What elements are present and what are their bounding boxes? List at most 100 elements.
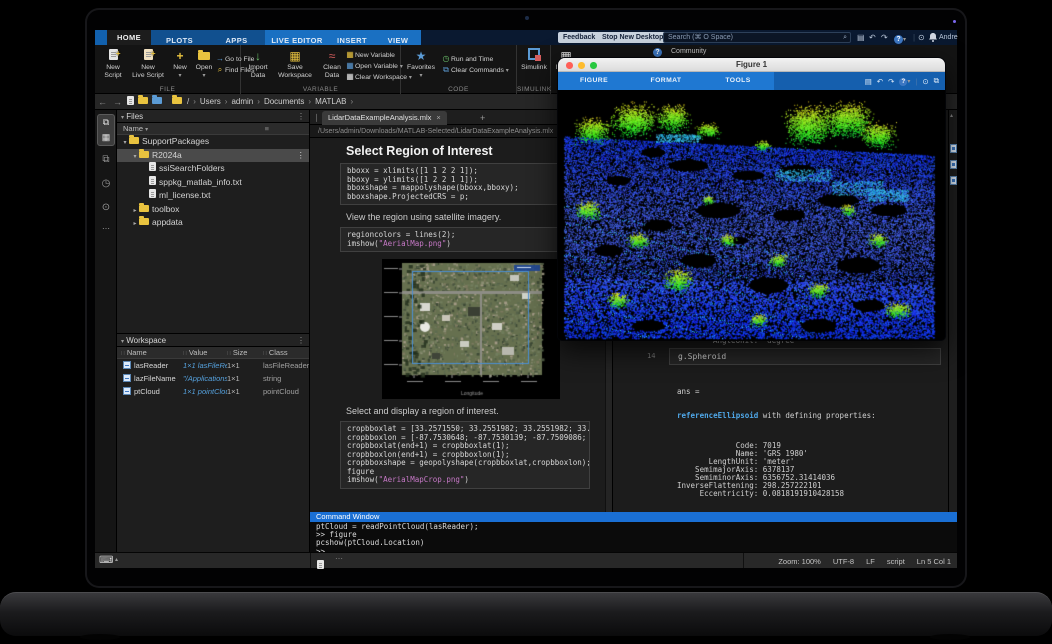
addons-icon[interactable]: ⊙ (95, 202, 117, 213)
command-window-header[interactable]: Command Window (310, 512, 957, 522)
status-zoom[interactable]: Zoom: 100% (778, 557, 821, 566)
crumb-matlab[interactable]: MATLAB (315, 97, 346, 106)
tree-item-sppkg-matlab-info[interactable]: sppkg_matlab_info.txt (117, 176, 309, 190)
save-icon[interactable]: ▤ (865, 77, 872, 86)
user-menu[interactable]: Andre ▾ (939, 32, 958, 43)
files-panel-icon[interactable]: ⧉ (98, 115, 114, 130)
tab-figure[interactable]: FIGURE (558, 72, 630, 90)
tabstrip-mid-segment: PLOTSAPPS (151, 30, 265, 45)
section-marker[interactable] (950, 176, 957, 185)
recent-files-icon[interactable]: ◷ (95, 178, 117, 189)
tab-tools[interactable]: TOOLS (702, 72, 774, 90)
crumb-users[interactable]: Users (200, 97, 221, 106)
close-tab-icon[interactable]: × (436, 113, 440, 122)
zoom-window-button[interactable] (590, 62, 597, 69)
community-link[interactable]: Community (671, 48, 706, 55)
undo-icon[interactable]: ↶ (877, 77, 883, 86)
code-block-2[interactable]: 23regioncolors = lines(2); 24imshow("Aer… (340, 227, 590, 252)
keyboard-icon[interactable]: ⌨ (99, 555, 113, 567)
undo-icon[interactable]: ↶ (869, 32, 876, 43)
clear-commands-button[interactable]: ⧉Clear Commands ▾ (441, 64, 509, 75)
tree-item-toolbox[interactable]: ▸toolbox (117, 203, 309, 217)
crumb-admin[interactable]: admin (231, 97, 253, 106)
workspace-row-lazfilename[interactable]: lazFileName "/Applications/… 1×1 string (117, 372, 309, 385)
figure-window[interactable]: Figure 1 FIGURE FORMAT TOOLS ▤ ↶ ↷ ?▾ | … (558, 58, 945, 340)
notebook-icon[interactable] (317, 556, 324, 574)
save-workspace-button[interactable]: ▦ SaveWorkspace (273, 48, 317, 79)
document-scroll-strip[interactable]: ▴ (948, 110, 957, 512)
editor-tab[interactable]: LidarDataExampleAnalysis.mlx× (322, 111, 447, 125)
close-window-button[interactable] (566, 62, 573, 69)
files-column-header[interactable]: Name ▾ ≡ (117, 123, 309, 135)
more-panels-icon[interactable]: ⋯ (95, 224, 117, 233)
new-doc-icon[interactable] (127, 96, 134, 107)
new-tab-icon[interactable]: + (480, 111, 485, 125)
stop-new-desktop-button[interactable]: Stop New Desktop (597, 32, 668, 43)
row-menu-icon[interactable]: ⋮ (297, 149, 306, 163)
tab-home[interactable]: HOME (107, 30, 151, 45)
import-data-button[interactable]: ↓ ImportData (243, 48, 273, 79)
command-window-body[interactable]: ptCloud = readPointCloud(lasReader); >> … (310, 522, 957, 552)
redo-icon[interactable]: ↷ (888, 77, 894, 86)
files-menu-icon[interactable]: ⋮ (297, 110, 305, 123)
code-block-3[interactable]: 25cropbboxlat = [33.2571550; 33.2551982;… (340, 421, 590, 489)
help-icon[interactable]: ?▾ (899, 76, 910, 86)
search-input[interactable]: Search (⌘ O Space) ⌕ (663, 32, 851, 43)
tab-format[interactable]: FORMAT (630, 72, 702, 90)
workspace-row-ptcloud[interactable]: ptCloud 1×1 pointCloud 1×1 pointCloud (117, 385, 309, 398)
feedback-button[interactable]: Feedback (558, 32, 600, 43)
collapse-icon[interactable]: ▸ (131, 218, 139, 232)
figure-title-bar[interactable]: Figure 1 (558, 58, 945, 72)
clean-data-button[interactable]: ≈ CleanData (317, 48, 347, 79)
class-link[interactable]: referenceEllipsoid (677, 411, 758, 420)
status-encoding[interactable]: UTF-8 (833, 557, 854, 566)
resources-help-icon[interactable]: ? (653, 47, 662, 57)
panel-switcher[interactable]: ⧉ ▦ (97, 114, 115, 146)
new-script-button[interactable]: + NewScript (96, 48, 130, 79)
keyboard-caret-icon[interactable]: ▴ (115, 556, 118, 563)
new-button[interactable]: + New▾ (168, 48, 192, 80)
bell-icon[interactable] (929, 33, 937, 44)
run-and-time-button[interactable]: ◷Run and Time (441, 53, 509, 64)
status-file-type[interactable]: script (887, 557, 905, 566)
status-eol[interactable]: LF (866, 557, 875, 566)
workspace-row-lasreader[interactable]: lasReader 1×1 lasFileRe… 1×1 lasFileRead… (117, 359, 309, 372)
workspace-menu-icon[interactable]: ⋮ (297, 334, 305, 347)
tree-item-ml-license[interactable]: ml_license.txt (117, 189, 309, 203)
open-folder-icon[interactable] (138, 97, 148, 106)
new-live-script-button[interactable]: + NewLive Script (128, 48, 168, 79)
code-block-1[interactable]: 19bboxx = xlimits([1 1 2 2 1]); 20bboxy … (340, 163, 590, 205)
forward-icon[interactable]: → (113, 97, 122, 107)
section-marker[interactable] (950, 160, 957, 169)
sort-settings-icon[interactable]: ≡ (265, 123, 269, 135)
upload-folder-icon[interactable] (152, 97, 162, 106)
save-icon[interactable]: ▤ (857, 32, 865, 43)
tree-item-ssisearchfolders[interactable]: ssiSearchFolders (117, 162, 309, 176)
minimize-window-button[interactable] (578, 62, 585, 69)
redo-icon[interactable]: ↷ (881, 32, 888, 43)
globe-icon[interactable]: ⊙ (918, 32, 925, 43)
copy-icon[interactable]: ⧉ (934, 76, 939, 86)
help-icon[interactable]: ?▾ (894, 33, 906, 44)
tree-item-supportpackages[interactable]: ▾SupportPackages (117, 135, 309, 149)
tree-item-r2024a[interactable]: ▾R2024a ⋮ (117, 149, 309, 163)
workspace-panel-header[interactable]: ▾ Workspace ⋮ (117, 334, 309, 347)
simulink-button[interactable]: Simulink (517, 48, 551, 72)
crumb-root[interactable]: / (187, 97, 189, 106)
open-button[interactable]: Open▾ (192, 48, 216, 80)
workspace-column-header[interactable]: ∷Name ∷Value ∷Size ∷Class (117, 347, 309, 359)
lidar-point-cloud[interactable] (558, 90, 945, 340)
grid-panel-icon[interactable]: ▦ (98, 130, 114, 145)
tree-item-appdata[interactable]: ▸appdata (117, 216, 309, 230)
globe-icon[interactable]: ⊙ (922, 77, 928, 86)
apps-strip-icon[interactable]: ⧉ (95, 154, 117, 165)
favorites-button[interactable]: ★ Favorites▾ (403, 48, 439, 80)
code-line-spheroid[interactable]: g.Spheroid (669, 348, 941, 365)
files-panel-header[interactable]: ▾ Files ⋮ (117, 110, 309, 123)
crumb-documents[interactable]: Documents (264, 97, 304, 106)
file-icon (149, 162, 156, 171)
scroll-up-icon[interactable]: ▴ (950, 112, 953, 119)
section-marker[interactable] (950, 144, 957, 153)
back-icon[interactable]: ← (98, 97, 107, 107)
workspace-panel-title: Workspace (126, 336, 166, 345)
